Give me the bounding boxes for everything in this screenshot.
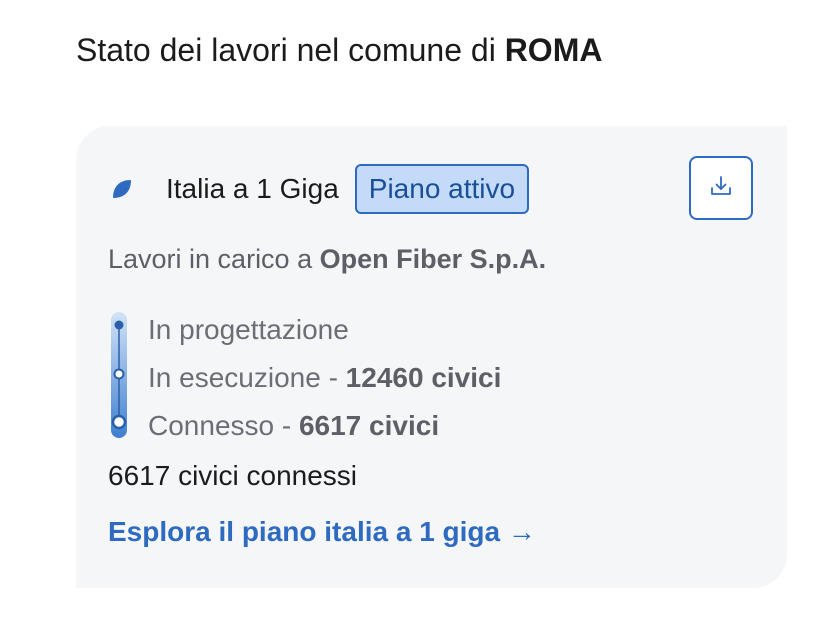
leaf-icon bbox=[110, 177, 134, 201]
progress-track bbox=[106, 312, 132, 438]
download-icon bbox=[708, 173, 734, 204]
step-value: 12460 civici bbox=[345, 362, 502, 393]
explore-link-label: Esplora il piano italia a 1 giga bbox=[108, 516, 501, 547]
plan-name: Italia a 1 Giga bbox=[166, 173, 339, 204]
step-label: In esecuzione - bbox=[148, 362, 346, 393]
step-value: 6617 civici bbox=[298, 410, 440, 441]
operator-prefix: Lavori in carico a bbox=[108, 244, 313, 274]
connected-summary: 6617 civici connessi bbox=[108, 460, 358, 491]
step-connesso: Connesso - 6617 civici bbox=[148, 402, 501, 450]
step-dot-connesso bbox=[111, 414, 127, 430]
step-label: Connesso - bbox=[148, 410, 299, 441]
plan-header: Italia a 1 Giga Piano attivo bbox=[110, 164, 530, 214]
step-dot-progettazione bbox=[114, 320, 124, 330]
step-dot-esecuzione bbox=[113, 368, 125, 380]
step-esecuzione: In esecuzione - 12460 civici bbox=[148, 354, 501, 402]
download-button[interactable] bbox=[689, 156, 753, 220]
city-name: ROMA bbox=[504, 32, 603, 68]
status-steps: In progettazione In esecuzione - 12460 c… bbox=[148, 306, 501, 450]
step-label: In progettazione bbox=[148, 314, 349, 345]
plan-card: Italia a 1 Giga Piano attivo Lavori in c… bbox=[76, 126, 787, 588]
step-progettazione: In progettazione bbox=[148, 306, 501, 354]
title-prefix: Stato dei lavori nel comune di bbox=[76, 32, 496, 68]
explore-plan-link[interactable]: Esplora il piano italia a 1 giga → bbox=[108, 516, 536, 548]
plan-status-badge: Piano attivo bbox=[354, 164, 530, 214]
operator-name: Open Fiber S.p.A. bbox=[319, 244, 547, 274]
page-title: Stato dei lavori nel comune di ROMA bbox=[76, 28, 602, 72]
arrow-right-icon: → bbox=[507, 516, 536, 547]
operator-line: Lavori in carico a Open Fiber S.p.A. bbox=[108, 244, 546, 275]
